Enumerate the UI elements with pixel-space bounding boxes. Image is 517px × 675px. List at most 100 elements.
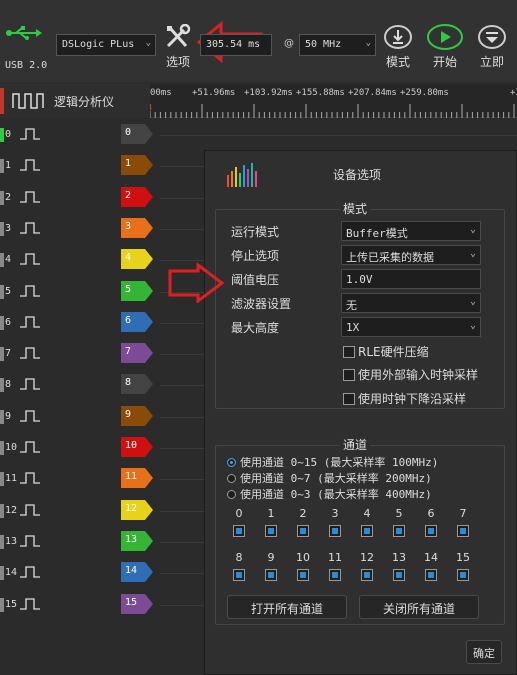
- channel-enable-checkbox[interactable]: [361, 525, 373, 537]
- channel-enable-label: 3: [331, 507, 339, 520]
- waveform-icon: [20, 253, 40, 265]
- channel-row[interactable]: 11 11: [0, 464, 160, 494]
- channel-enable-checkbox[interactable]: [329, 569, 341, 581]
- channel-enable-label: 14: [424, 551, 438, 564]
- ok-button[interactable]: 确定: [466, 640, 502, 664]
- channel-row[interactable]: 66: [0, 308, 160, 338]
- channel-row[interactable]: 11: [0, 151, 160, 181]
- waveform-icon: [20, 128, 40, 140]
- start-button[interactable]: 开始: [425, 24, 465, 70]
- channel-group-title: 通道: [340, 436, 371, 453]
- channel-stripe: [0, 159, 4, 174]
- channel-row[interactable]: 99: [0, 402, 160, 432]
- logic-analyzer-icon: [12, 93, 44, 109]
- radio-channels-0-3[interactable]: 使用通道 0~3 (最大采样率 400MHz): [227, 486, 432, 502]
- channel-enable-checkbox[interactable]: [233, 569, 245, 581]
- channel-enable-checkbox[interactable]: [265, 525, 277, 537]
- channel-row[interactable]: 13 13: [0, 527, 160, 557]
- channel-number: 4: [5, 254, 12, 266]
- channel-tag-label: 7: [125, 346, 132, 358]
- channel-number: 9: [5, 410, 12, 422]
- radio-dot: [227, 490, 236, 499]
- mode-button[interactable]: 模式: [380, 24, 416, 70]
- chevron-down-icon: ⌄: [469, 296, 476, 307]
- waveform-icon: [20, 284, 40, 297]
- external-clock-checkbox[interactable]: 使用外部输入时钟采样: [343, 366, 478, 383]
- chevron-down-icon: ⌄: [145, 38, 151, 48]
- channel-enable-checkbox[interactable]: [361, 569, 373, 581]
- waveform-icon: [20, 441, 40, 453]
- channel-enable-label: 9: [267, 551, 275, 564]
- channel-tag-label: 10: [125, 440, 138, 451]
- channel-enable-checkbox[interactable]: [233, 525, 245, 537]
- usb-version-label: USB 2.0: [5, 60, 48, 71]
- filter-setting-select[interactable]: 无 ⌄: [341, 293, 481, 313]
- channel-enable-checkbox[interactable]: [425, 569, 437, 581]
- channel-row[interactable]: 88: [0, 370, 160, 400]
- radio-label: 使用通道 0~3 (最大采样率 400MHz): [240, 488, 432, 501]
- enable-all-channels-button[interactable]: 打开所有通道: [227, 595, 347, 619]
- channel-tag-label: 4: [125, 252, 132, 264]
- channel-stripe: [0, 347, 4, 362]
- channel-row[interactable]: 12 12: [0, 496, 160, 526]
- channel-row[interactable]: 14 14: [0, 558, 160, 588]
- ruler-tick-label: +155.88ms: [296, 88, 345, 98]
- instant-button[interactable]: 立即: [474, 24, 510, 70]
- at-label: @: [284, 38, 294, 49]
- channel-stripe: [0, 441, 4, 455]
- radio-channels-0-15[interactable]: 使用通道 0~15 (最大采样率 100MHz): [227, 454, 438, 470]
- channel-enable-label: 2: [299, 507, 307, 520]
- falling-edge-checkbox[interactable]: 使用时钟下降沿采样: [343, 390, 466, 407]
- channel-row[interactable]: 15 15: [0, 590, 160, 620]
- device-select[interactable]: DSLogic PLus ⌄: [56, 34, 156, 56]
- channel-enable-checkbox[interactable]: [457, 569, 469, 581]
- threshold-voltage-input[interactable]: 1.0V: [341, 269, 481, 289]
- channel-stripe: [0, 253, 4, 268]
- threshold-annotation-arrow-icon: [168, 263, 225, 303]
- disable-all-channels-button[interactable]: 关闭所有通道: [359, 595, 479, 619]
- chevron-down-icon: ⌄: [469, 248, 476, 259]
- toolbar: USB 2.0 DSLogic PLus ⌄ 选项 305.54 ms @ 50…: [0, 0, 517, 82]
- sample-rate-select[interactable]: 50 MHz ⌄: [299, 34, 376, 56]
- device-options-dialog: 设备选项 模式 运行模式 Buffer模式 ⌄ 停止选项 上传已采集的数据 ⌄ 阈值…: [204, 150, 517, 675]
- ruler-tick-label: 00ms: [150, 88, 172, 98]
- run-mode-select[interactable]: Buffer模式 ⌄: [341, 221, 481, 241]
- radio-channels-0-7[interactable]: 使用通道 0~7 (最大采样率 200MHz): [227, 470, 432, 486]
- channel-enable-checkbox[interactable]: [297, 569, 309, 581]
- filter-setting-label: 滤波器设置: [231, 297, 292, 311]
- channel-number: 13: [5, 535, 18, 547]
- stop-option-select[interactable]: 上传已采集的数据 ⌄: [341, 245, 481, 265]
- channel-enable-label: 7: [459, 507, 467, 520]
- channel-row[interactable]: 22: [0, 183, 160, 213]
- waveform-icon: [20, 316, 40, 328]
- duration-select[interactable]: 305.54 ms: [200, 34, 272, 56]
- ruler-title-panel: 逻辑分析仪: [0, 84, 150, 118]
- channel-enable-checkbox[interactable]: [425, 525, 437, 537]
- channel-row[interactable]: 77: [0, 339, 160, 369]
- download-icon: [384, 25, 412, 49]
- channel-row[interactable]: 44: [0, 245, 160, 275]
- mode-group-title: 模式: [340, 200, 371, 217]
- rle-compression-checkbox[interactable]: RLE硬件压缩: [343, 343, 429, 360]
- channel-enable-label: 1: [267, 507, 275, 520]
- waveform-icon: [20, 222, 40, 234]
- channel-enable-checkbox[interactable]: [393, 569, 405, 581]
- channel-row[interactable]: 10 10: [0, 433, 160, 463]
- stop-option-label: 停止选项: [231, 249, 280, 263]
- ruler-tick-marks: [150, 104, 515, 118]
- radio-dot: [227, 474, 236, 483]
- channel-tag-label: 5: [125, 283, 132, 295]
- channel-enable-checkbox[interactable]: [329, 525, 341, 537]
- channel-baseline: [160, 135, 517, 136]
- channel-row[interactable]: 55: [0, 277, 160, 307]
- trigger-marker-icon[interactable]: [150, 108, 152, 116]
- channel-row[interactable]: 33: [0, 214, 160, 244]
- max-height-select[interactable]: 1X ⌄: [341, 317, 481, 337]
- channel-enable-checkbox[interactable]: [265, 569, 277, 581]
- options-button[interactable]: 选项: [160, 24, 196, 70]
- channel-enable-checkbox[interactable]: [393, 525, 405, 537]
- channel-row[interactable]: 00: [0, 120, 160, 150]
- time-ruler[interactable]: 逻辑分析仪 00ms +51.96ms +103.92ms +155.88ms …: [0, 84, 517, 118]
- channel-enable-checkbox[interactable]: [457, 525, 469, 537]
- channel-enable-checkbox[interactable]: [297, 525, 309, 537]
